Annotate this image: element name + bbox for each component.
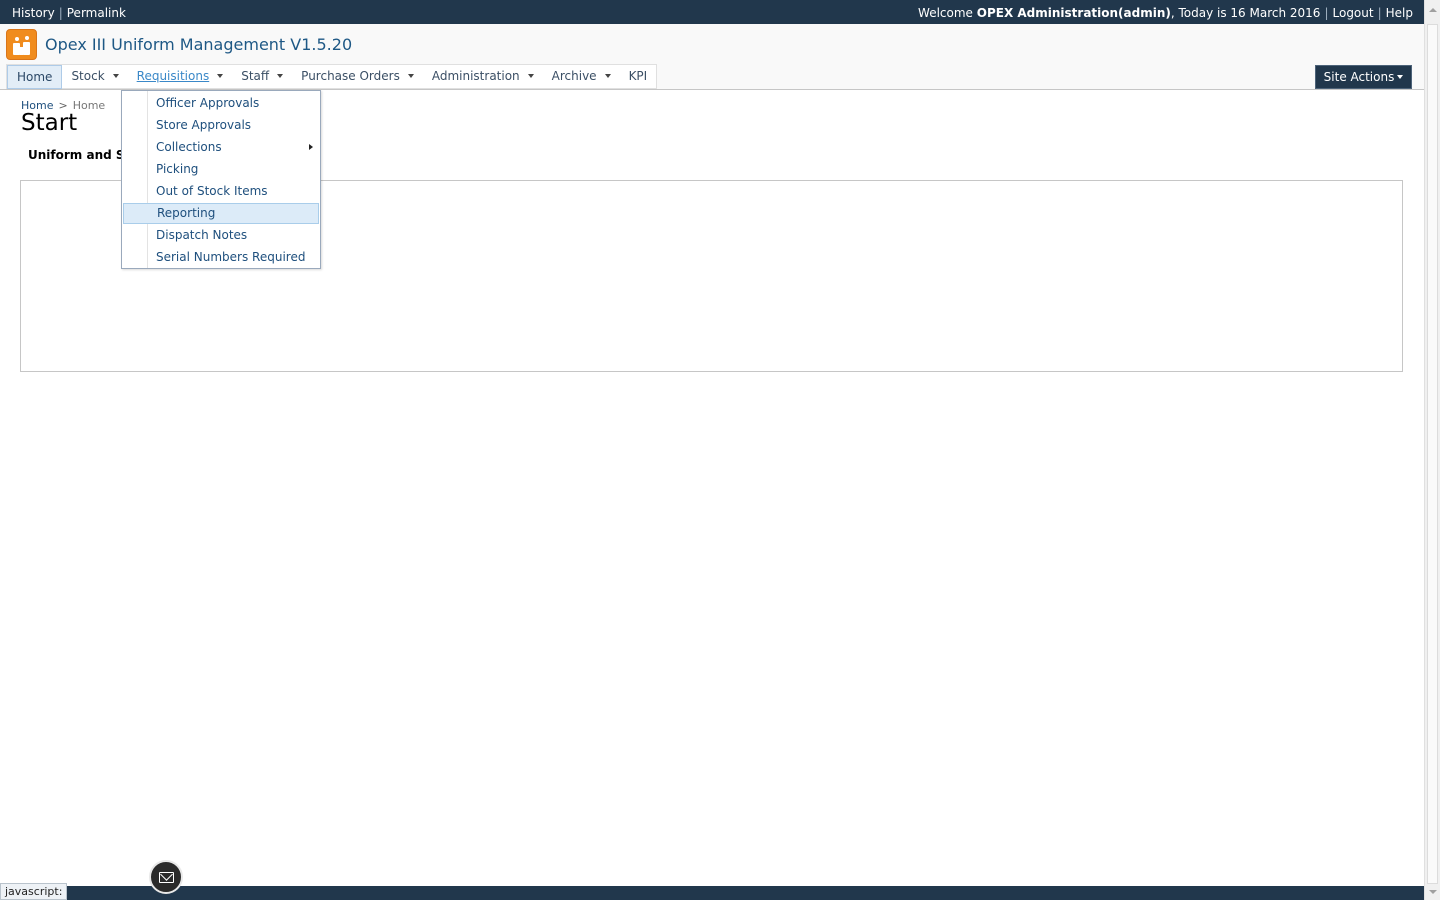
menu-item-label: Dispatch Notes — [156, 228, 248, 242]
nav-stock-label: Stock — [71, 69, 105, 83]
nav-archive[interactable]: Archive — [543, 65, 620, 89]
menu-item-label: Officer Approvals — [156, 96, 260, 110]
nav-purchase-orders[interactable]: Purchase Orders — [292, 65, 423, 89]
nav-administration-label: Administration — [431, 69, 520, 83]
scroll-down-icon[interactable] — [1429, 890, 1437, 894]
vertical-scrollbar[interactable] — [1424, 0, 1440, 900]
welcome-separator: | — [1324, 6, 1329, 20]
nav-home-label: Home — [17, 70, 53, 84]
menu-item-store-approvals[interactable]: Store Approvals — [123, 115, 319, 136]
bottom-bar — [0, 886, 1424, 900]
menu-item-officer-approvals[interactable]: Officer Approvals — [123, 93, 319, 114]
site-logo-icon[interactable] — [6, 29, 37, 60]
menu-item-label: Collections — [156, 140, 222, 154]
welcome-separator: | — [1377, 6, 1382, 20]
scrollbar-thumb[interactable] — [1427, 24, 1438, 884]
scroll-up-icon[interactable] — [1429, 8, 1437, 12]
caret-down-icon — [217, 73, 224, 78]
nav-row: Home Stock Requisitions Staff Purchase O… — [0, 64, 1424, 90]
nav-requisitions[interactable]: Requisitions — [128, 65, 233, 89]
welcome-label: Welcome — [918, 6, 973, 20]
nav-kpi-label: KPI — [628, 69, 648, 83]
section-heading: Uniform and S — [28, 148, 121, 162]
menu-item-dispatch-notes[interactable]: Dispatch Notes — [123, 225, 319, 246]
top-bar: History | Permalink Welcome OPEX Administr… — [0, 0, 1440, 24]
logo-dot — [15, 37, 19, 41]
menu-item-label: Picking — [156, 162, 199, 176]
requisitions-dropdown-menu: Officer Approvals Store Approvals Collec… — [121, 90, 321, 269]
caret-down-icon — [604, 73, 611, 78]
menu-item-label: Reporting — [157, 206, 216, 220]
chevron-right-icon — [309, 144, 313, 150]
nav-kpi[interactable]: KPI — [620, 65, 657, 89]
menu-item-collections[interactable]: Collections — [123, 137, 319, 158]
caret-down-icon — [527, 73, 534, 78]
logout-link[interactable]: Logout — [1333, 6, 1374, 20]
welcome-area: Welcome OPEX Administration(admin), Toda… — [918, 6, 1413, 20]
nav-staff[interactable]: Staff — [232, 65, 292, 89]
caret-down-icon — [277, 73, 284, 78]
nav-purchase-orders-label: Purchase Orders — [301, 69, 400, 83]
nav-stock[interactable]: Stock — [62, 65, 127, 89]
logo-bar — [23, 42, 30, 55]
nav-requisitions-label: Requisitions — [136, 69, 210, 83]
user-name: OPEX Administration(admin) — [976, 6, 1171, 20]
menu-item-out-of-stock-items[interactable]: Out of Stock Items — [123, 181, 319, 202]
help-link[interactable]: Help — [1386, 6, 1413, 20]
breadcrumb-current: Home — [72, 99, 106, 112]
menu-item-picking[interactable]: Picking — [123, 159, 319, 180]
menu-item-label: Serial Numbers Required — [156, 250, 306, 264]
history-link[interactable]: History — [12, 6, 55, 20]
permalink-link[interactable]: Permalink — [67, 6, 126, 20]
logo-bar — [19, 47, 24, 55]
nav-administration[interactable]: Administration — [423, 65, 543, 89]
page-title: Start — [21, 110, 78, 136]
today-date: , Today is 16 March 2016 — [1170, 6, 1321, 20]
nav-home[interactable]: Home — [7, 65, 63, 89]
nav-archive-label: Archive — [551, 69, 597, 83]
site-actions-label: Site Actions — [1323, 70, 1395, 84]
browser-status-bar: javascript: — [0, 883, 68, 900]
top-link-separator: | — [58, 6, 63, 20]
menu-item-label: Out of Stock Items — [156, 184, 268, 198]
menu-item-serial-numbers-required[interactable]: Serial Numbers Required — [123, 247, 319, 268]
title-row: Opex III Uniform Management V1.5.20 — [0, 24, 1424, 64]
top-navigation: Home Stock Requisitions Staff Purchase O… — [6, 64, 658, 89]
caret-down-icon — [407, 73, 414, 78]
caret-down-icon — [1397, 74, 1404, 79]
site-title[interactable]: Opex III Uniform Management V1.5.20 — [45, 35, 352, 54]
logo-dot — [25, 36, 29, 40]
site-actions-button[interactable]: Site Actions — [1315, 65, 1412, 89]
envelope-icon — [159, 872, 174, 883]
menu-item-label: Store Approvals — [156, 118, 252, 132]
menu-item-reporting[interactable]: Reporting — [123, 203, 319, 224]
nav-staff-label: Staff — [241, 69, 270, 83]
caret-down-icon — [112, 73, 119, 78]
top-links: History | Permalink — [12, 6, 126, 20]
feedback-button[interactable] — [149, 860, 183, 894]
